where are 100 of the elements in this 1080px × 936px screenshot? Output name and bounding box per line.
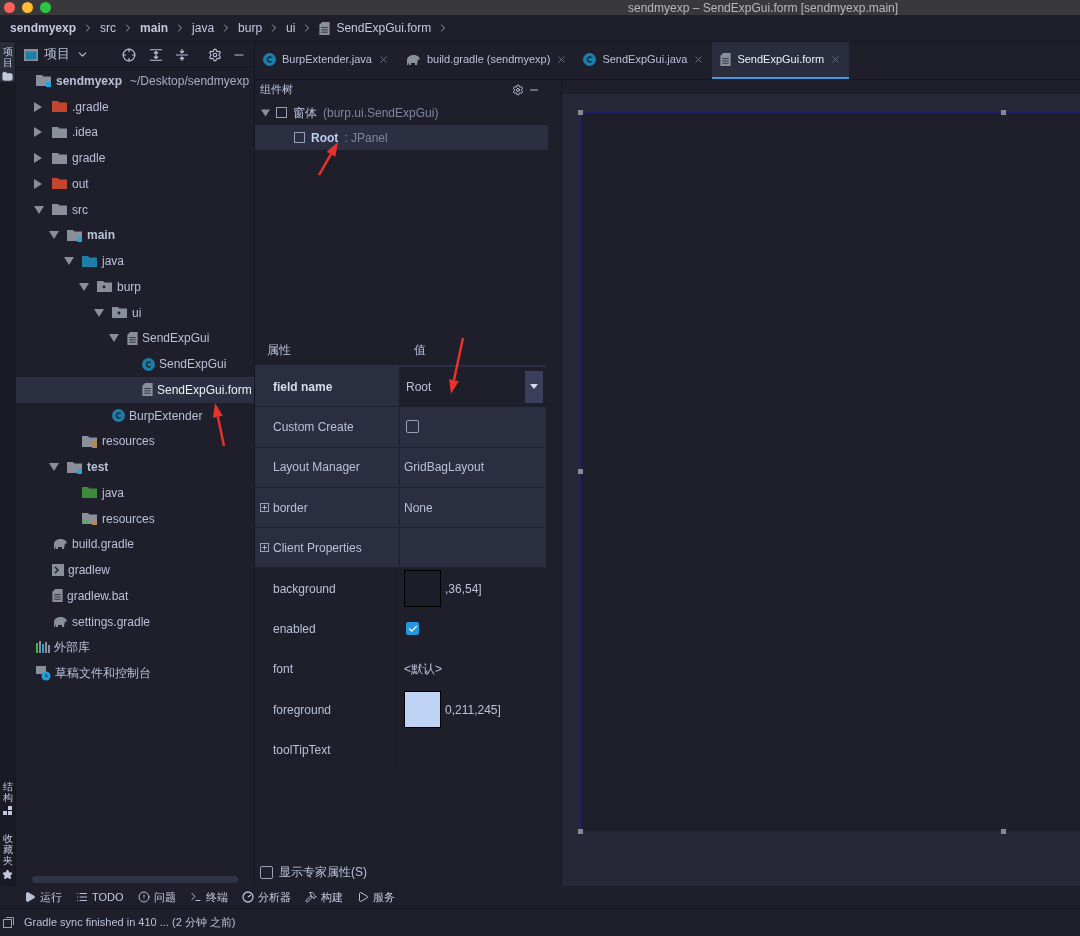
annotation-arrow: [449, 337, 465, 394]
expand-arrow-icon[interactable]: [34, 205, 44, 214]
tree-item[interactable]: SendExpGui.form: [16, 377, 254, 403]
collapse-arrow-icon[interactable]: [34, 153, 42, 164]
tree-item[interactable]: sendmyexp ~/Desktop/sendmyexp: [16, 68, 254, 94]
breadcrumb-item[interactable]: java: [192, 19, 215, 37]
tree-item[interactable]: BurpExtender: [16, 402, 254, 429]
breadcrumb-item[interactable]: burp: [238, 19, 263, 37]
collapse-arrow-icon[interactable]: [34, 178, 42, 189]
settings-icon[interactable]: [512, 84, 524, 96]
tree-item[interactable]: gradlew.bat: [16, 583, 254, 609]
collapse-arrow-icon[interactable]: [34, 127, 42, 138]
checkbox-label[interactable]: 显示专家属性(S): [279, 863, 367, 881]
tree-item[interactable]: SendExpGui: [16, 325, 254, 352]
tree-item[interactable]: .gradle: [16, 93, 254, 120]
tool-window-button[interactable]: 终端: [189, 888, 228, 906]
tool-window-button[interactable]: 问题: [137, 888, 176, 906]
tree-item[interactable]: SendExpGui: [16, 351, 254, 377]
checkbox[interactable]: [406, 420, 419, 434]
expand-arrow-icon[interactable]: [109, 334, 119, 343]
property-value[interactable]: 0,211,245]: [445, 700, 501, 719]
folder-icon: [82, 512, 98, 526]
close-window-button[interactable]: [4, 2, 15, 13]
tool-window-button[interactable]: 服务: [356, 888, 395, 906]
folder-icon: [97, 280, 113, 294]
checkbox[interactable]: [406, 622, 419, 636]
property-value[interactable]: <默认>: [404, 660, 442, 679]
component-tree-item[interactable]: Root : JPanel: [255, 125, 548, 150]
tree-item[interactable]: gradlew: [16, 557, 254, 583]
expand-arrow-icon[interactable]: [49, 463, 59, 472]
tree-item[interactable]: ui: [16, 299, 254, 326]
tool-window-button[interactable]: 构建: [304, 888, 343, 906]
scrollbar[interactable]: [32, 876, 238, 883]
breadcrumb-item[interactable]: sendmyexp: [10, 19, 77, 37]
maximize-window-button[interactable]: [40, 2, 51, 13]
component-tree-item[interactable]: 窗体 (burp.ui.SendExpGui): [255, 100, 548, 125]
resize-handle[interactable]: [1001, 110, 1006, 115]
breadcrumb-item[interactable]: src: [100, 19, 117, 37]
tree-item[interactable]: test: [16, 454, 254, 480]
expand-arrow-icon[interactable]: [261, 108, 270, 117]
tool-window-tab[interactable]: 收藏夹: [2, 833, 13, 866]
expand-arrow-icon[interactable]: [64, 257, 74, 266]
alert-icon: [137, 891, 150, 903]
breadcrumb-item[interactable]: SendExpGui.form: [336, 19, 432, 37]
tree-item[interactable]: java: [16, 248, 254, 274]
collapse-all-icon[interactable]: [176, 48, 188, 61]
tool-window-button[interactable]: 运行: [24, 888, 62, 906]
minimize-window-button[interactable]: [22, 2, 33, 13]
expand-all-icon[interactable]: [150, 48, 162, 61]
close-icon[interactable]: [377, 54, 389, 65]
resize-handle[interactable]: [578, 110, 583, 115]
terminal-icon: [52, 564, 64, 577]
panel-title[interactable]: 项目: [44, 45, 70, 64]
tree-item[interactable]: gradle: [16, 145, 254, 171]
close-icon[interactable]: [693, 54, 705, 65]
resize-handle[interactable]: [578, 829, 583, 834]
property-value[interactable]: GridBagLayout: [404, 458, 485, 477]
color-swatch[interactable]: [404, 570, 441, 608]
color-swatch[interactable]: [404, 691, 441, 728]
tree-item[interactable]: resources: [16, 428, 254, 455]
tree-item[interactable]: src: [16, 196, 254, 223]
property-value[interactable]: ,36,54]: [445, 579, 482, 598]
dropdown-button[interactable]: [525, 370, 543, 403]
resize-handle[interactable]: [578, 469, 583, 474]
collapse-arrow-icon[interactable]: [34, 101, 42, 112]
close-icon[interactable]: [556, 54, 568, 65]
tree-item[interactable]: main: [16, 222, 254, 249]
tree-item[interactable]: 外部库: [16, 634, 254, 661]
tree-item[interactable]: burp: [16, 274, 254, 300]
folder-icon: [112, 306, 128, 320]
tree-item[interactable]: 草稿文件和控制台: [16, 660, 254, 686]
folder-icon: [52, 125, 68, 139]
close-icon[interactable]: [830, 54, 842, 65]
panel-toggle-icon[interactable]: [3, 917, 14, 928]
expand-icon[interactable]: [260, 503, 269, 513]
breadcrumb-item[interactable]: ui: [286, 19, 296, 37]
tree-item[interactable]: settings.gradle: [16, 608, 254, 635]
expand-icon[interactable]: [260, 543, 269, 553]
expand-arrow-icon[interactable]: [94, 308, 104, 317]
locate-icon[interactable]: [122, 47, 136, 62]
breadcrumb-item[interactable]: main: [140, 19, 169, 37]
class-icon: [583, 53, 597, 66]
expand-arrow-icon[interactable]: [79, 282, 89, 291]
tool-window-tab[interactable]: 结构: [2, 781, 13, 803]
editor-tab[interactable]: SendExpGui.java: [575, 42, 713, 79]
tree-item[interactable]: java: [16, 480, 254, 506]
tree-item[interactable]: out: [16, 171, 254, 197]
settings-icon[interactable]: [208, 47, 222, 62]
checkbox[interactable]: [260, 865, 273, 879]
property-value[interactable]: None: [404, 498, 433, 517]
tree-item[interactable]: .idea: [16, 119, 254, 146]
editor-tab[interactable]: SendExpGui.form: [712, 42, 850, 79]
tree-item[interactable]: build.gradle: [16, 531, 254, 558]
editor-tab[interactable]: BurpExtender.java: [255, 42, 397, 79]
tree-item[interactable]: resources: [16, 505, 254, 532]
expand-arrow-icon[interactable]: [49, 231, 59, 240]
tool-window-button[interactable]: TODO: [76, 888, 124, 906]
tool-window-button[interactable]: 分析器: [241, 888, 291, 906]
editor-tab[interactable]: build.gradle (sendmyexp): [396, 42, 576, 79]
resize-handle[interactable]: [1001, 829, 1006, 834]
